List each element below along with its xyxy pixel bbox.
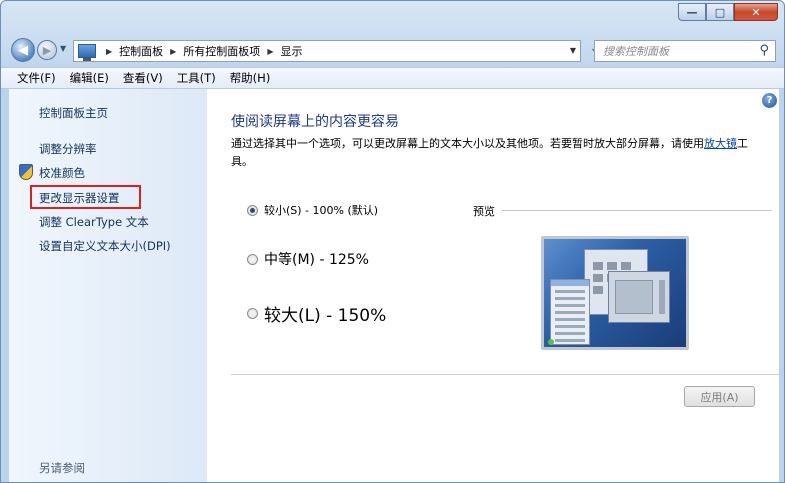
search-icon[interactable]: ⚲ [759,43,769,58]
preview-label: 预览 [473,205,495,218]
sidebar-item-cleartype[interactable]: 调整 ClearType 文本 [39,214,149,230]
caption-buttons: — □ ✕ [678,3,778,21]
menu-tools[interactable]: 工具(T) [177,70,216,86]
menu-edit[interactable]: 编辑(E) [70,70,109,86]
option-medium-label: 中等(M) - 125% [264,252,369,268]
apply-button[interactable]: 应用(A) [684,386,755,407]
control-panel-icon [78,44,96,61]
sidebar-item-home[interactable]: 控制面板主页 [39,105,108,121]
address-bar[interactable]: ▶ 控制面板 ▶ 所有控制面板项 ▶ 显示 ▼ [73,40,581,62]
menu-file[interactable]: 文件(F) [17,70,56,86]
search-placeholder: 搜索控制面板 [603,45,669,58]
sidebar: 控制面板主页 调整分辨率 校准颜色 更改显示器设置 调整 ClearType 文… [9,89,207,482]
option-small[interactable]: 较小(S) - 100% (默认) [247,202,378,218]
menu-view[interactable]: 查看(V) [123,70,163,86]
menu-help[interactable]: 帮助(H) [230,70,271,86]
preview-window-left [550,279,590,345]
chevron-right-icon[interactable]: ▶ [170,47,176,56]
navigation-row: ◀ ▶ ▼ ▶ 控制面板 ▶ 所有控制面板项 ▶ 显示 ▼ ⟲ 搜索控制面板 ⚲ [1,34,784,64]
close-button[interactable]: ✕ [734,3,778,21]
content-area: 控制面板主页 调整分辨率 校准颜色 更改显示器设置 调整 ClearType 文… [9,89,779,482]
chevron-right-icon[interactable]: ▶ [106,47,112,56]
maximize-button[interactable]: □ [706,3,734,21]
option-large[interactable]: 较大(L) - 150% [247,301,386,326]
search-input[interactable]: 搜索控制面板 ⚲ [594,40,776,62]
page-description: 通过选择其中一个选项，可以更改屏幕上的文本大小以及其他项。若要暂时放大部分屏幕，… [231,135,759,171]
option-medium[interactable]: 中等(M) - 125% [247,249,369,269]
shield-icon [19,164,33,180]
page-title: 使阅读屏幕上的内容更容易 [231,114,399,130]
help-icon[interactable]: ? [762,93,777,108]
bottom-divider [231,374,779,375]
breadcrumb-display[interactable]: 显示 [280,43,302,59]
chevron-right-icon[interactable]: ▶ [267,47,273,56]
breadcrumb-all-items[interactable]: 所有控制面板项 [183,43,260,59]
radio-medium[interactable] [247,253,258,265]
breadcrumb-control-panel[interactable]: 控制面板 [119,43,163,59]
sidebar-item-custom-dpi[interactable]: 设置自定义文本大小(DPI) [39,238,171,254]
address-dropdown-icon[interactable]: ▼ [570,46,576,55]
option-small-label: 较小(S) - 100% (默认) [264,204,379,217]
minimize-button[interactable]: — [678,3,706,21]
arrow-right-icon: ▶ [42,43,52,57]
description-text: 通过选择其中一个选项，可以更改屏幕上的文本大小以及其他项。若要暂时放大部分屏幕，… [231,137,704,150]
arrow-left-icon: ◀ [18,42,28,58]
main-panel: ? 使阅读屏幕上的内容更容易 通过选择其中一个选项，可以更改屏幕上的文本大小以及… [207,89,779,482]
forward-button[interactable]: ▶ [37,40,57,60]
preview-divider [502,210,772,211]
sidebar-item-calibrate-color[interactable]: 校准颜色 [39,165,85,181]
start-orb-icon [548,339,554,345]
sidebar-item-resolution[interactable]: 调整分辨率 [39,141,97,157]
preview-image [541,236,689,350]
magnifier-link[interactable]: 放大镜 [704,137,737,150]
back-button[interactable]: ◀ [11,38,35,62]
radio-small[interactable] [247,204,258,216]
recent-pages-dropdown[interactable]: ▼ [60,44,66,53]
preview-window-front [608,271,670,323]
see-also-heading: 另请参阅 [39,461,85,475]
title-bar: — □ ✕ [1,1,784,35]
menu-bar: 文件(F) 编辑(E) 查看(V) 工具(T) 帮助(H) [1,67,784,89]
option-large-label: 较大(L) - 150% [264,306,387,326]
control-panel-window: — □ ✕ ◀ ▶ ▼ ▶ 控制面板 ▶ 所有控制面板项 ▶ 显示 ▼ ⟲ 搜索… [0,0,785,483]
sidebar-item-display-settings[interactable]: 更改显示器设置 [39,190,120,206]
radio-large[interactable] [247,308,258,319]
